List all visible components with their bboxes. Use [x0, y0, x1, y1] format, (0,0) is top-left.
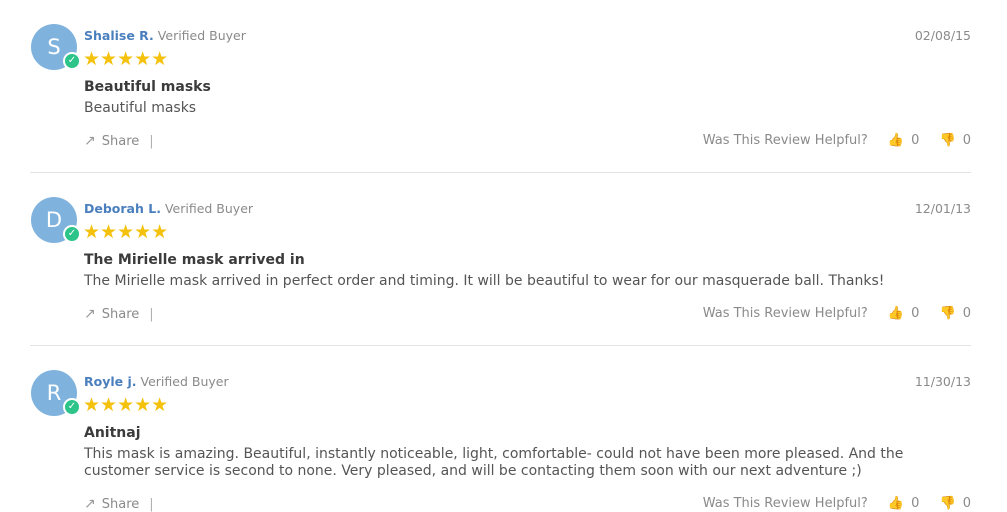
review-date: 02/08/15 [914, 28, 971, 43]
separator: | [149, 497, 154, 512]
reviewer-name[interactable]: Deborah L. [84, 201, 161, 216]
thumbs-down-icon[interactable]: 👎 [940, 133, 956, 148]
helpful-up-count: 0 [911, 133, 920, 148]
review-body: This mask is amazing. Beautiful, instant… [84, 446, 904, 479]
star-rating: ★★★★★ [83, 48, 169, 70]
share-button[interactable]: ↗ Share | [84, 133, 154, 149]
share-label: Share [101, 134, 140, 149]
thumbs-up-icon[interactable]: 👍 [888, 306, 904, 321]
star-rating: ★★★★★ [83, 221, 169, 243]
verified-buyer-label: Verified Buyer [140, 374, 229, 389]
helpful-down-count: 0 [962, 133, 971, 148]
review-title: Beautiful masks [84, 79, 211, 95]
reviewer-name[interactable]: Shalise R. [84, 28, 154, 43]
verified-buyer-label: Verified Buyer [157, 28, 246, 43]
share-icon: ↗ [84, 496, 96, 512]
avatar-initial: R [46, 381, 62, 405]
reviewer-name-line: Shalise R. Verified Buyer [84, 28, 246, 43]
avatar-initial: D [45, 208, 63, 232]
review-title: Anitnaj [84, 425, 141, 441]
helpful-votes: Was This Review Helpful? 👍 0 👎 0 [703, 306, 971, 321]
separator: | [149, 307, 154, 322]
helpful-question: Was This Review Helpful? [702, 306, 868, 321]
review-date: 11/30/13 [914, 374, 971, 389]
share-icon: ↗ [84, 133, 96, 149]
helpful-votes: Was This Review Helpful? 👍 0 👎 0 [703, 133, 971, 148]
reviewer-name[interactable]: Royle j. [84, 374, 137, 389]
share-icon: ↗ [84, 306, 96, 322]
review-body: Beautiful masks [84, 100, 197, 116]
check-icon: ✓ [63, 52, 81, 70]
helpful-question: Was This Review Helpful? [702, 133, 868, 148]
helpful-up-count: 0 [911, 306, 920, 321]
reviewer-name-line: Royle j. Verified Buyer [84, 374, 229, 389]
review-date: 12/01/13 [914, 201, 971, 216]
share-button[interactable]: ↗ Share | [84, 306, 154, 322]
star-rating: ★★★★★ [83, 394, 169, 416]
thumbs-down-icon[interactable]: 👎 [940, 306, 956, 321]
thumbs-up-icon[interactable]: 👍 [888, 133, 904, 148]
helpful-down-count: 0 [962, 306, 971, 321]
avatar-initial: S [47, 35, 61, 59]
reviewer-name-line: Deborah L. Verified Buyer [84, 201, 253, 216]
reviews-list: S ✓ Shalise R. Verified Buyer 02/08/15 ★★… [0, 0, 1007, 512]
divider [30, 345, 971, 346]
share-label: Share [101, 497, 140, 512]
verified-buyer-label: Verified Buyer [164, 201, 254, 216]
review-title: The Mirielle mask arrived in [84, 252, 305, 268]
check-icon: ✓ [63, 398, 81, 416]
review-body: The Mirielle mask arrived in perfect ord… [84, 273, 885, 289]
check-icon: ✓ [63, 225, 81, 243]
separator: | [149, 134, 154, 149]
share-button[interactable]: ↗ Share | [84, 496, 154, 512]
share-label: Share [101, 307, 140, 322]
divider [30, 172, 971, 173]
